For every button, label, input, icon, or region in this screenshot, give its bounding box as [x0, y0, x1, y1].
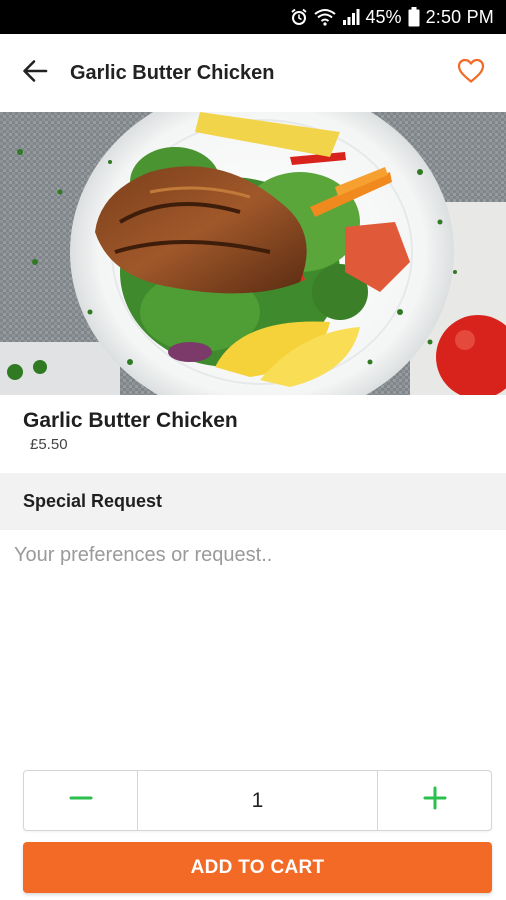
- quantity-value: 1: [137, 771, 378, 830]
- alarm-icon: [290, 8, 308, 26]
- heart-outline-icon: [457, 58, 485, 89]
- back-button[interactable]: [0, 34, 70, 112]
- page-title: Garlic Butter Chicken: [70, 61, 275, 84]
- app-bar: Garlic Butter Chicken: [0, 34, 506, 112]
- signal-icon: [342, 8, 360, 26]
- favorite-button[interactable]: [436, 34, 506, 112]
- product-image: [0, 112, 506, 395]
- add-to-cart-button[interactable]: ADD TO CART: [23, 842, 492, 893]
- plus-icon: [423, 786, 447, 815]
- quantity-stepper: 1: [23, 770, 492, 831]
- arrow-left-icon: [22, 59, 48, 88]
- special-request-header: Special Request: [0, 473, 506, 530]
- decrement-button[interactable]: [24, 771, 137, 830]
- special-request-input[interactable]: [0, 532, 506, 752]
- battery-percent: 45%: [365, 6, 402, 27]
- special-request-heading: Special Request: [23, 491, 163, 511]
- battery-icon: [408, 7, 420, 27]
- increment-button[interactable]: [378, 771, 491, 830]
- status-bar: 45% 2:50 PM: [0, 0, 506, 34]
- minus-icon: [69, 786, 93, 815]
- product-name: Garlic Butter Chicken: [23, 409, 238, 432]
- product-price: £5.50: [30, 436, 68, 453]
- wifi-icon: [313, 8, 336, 26]
- clock: 2:50 PM: [425, 6, 494, 27]
